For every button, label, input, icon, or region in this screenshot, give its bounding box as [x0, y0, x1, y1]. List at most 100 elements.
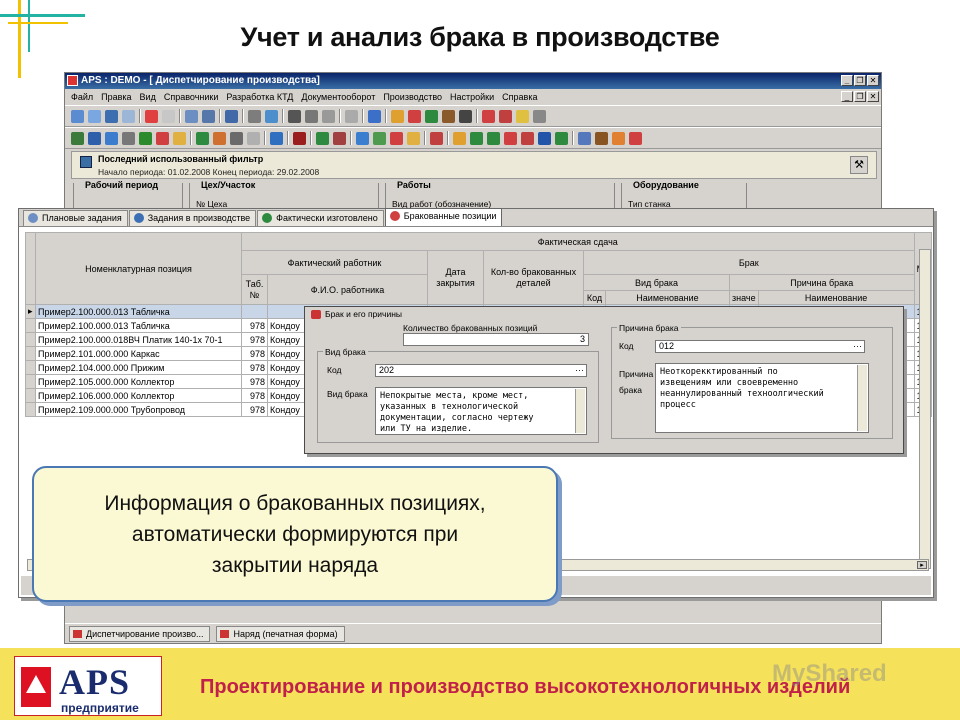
- undo-icon[interactable]: [345, 109, 358, 123]
- bolt-icon[interactable]: [173, 131, 186, 145]
- factory-icon[interactable]: [293, 131, 306, 145]
- doc-red-icon[interactable]: [482, 109, 495, 123]
- menu-item-docs[interactable]: Документооборот: [301, 89, 375, 105]
- filter-icon[interactable]: [185, 109, 198, 123]
- filter-clear-icon[interactable]: [202, 109, 215, 123]
- header-defect[interactable]: Брак: [583, 250, 915, 275]
- new-icon[interactable]: [71, 109, 84, 123]
- menu-item-production[interactable]: Производство: [383, 89, 442, 105]
- report-icon[interactable]: [225, 109, 238, 123]
- menu-item-file[interactable]: Файл: [71, 89, 93, 105]
- edit-icon[interactable]: [533, 109, 546, 123]
- sheet-icon[interactable]: [247, 131, 260, 145]
- db-icon[interactable]: [88, 131, 101, 145]
- menu-item-references[interactable]: Справочники: [164, 89, 219, 105]
- order-icon[interactable]: [408, 109, 421, 123]
- header-value[interactable]: значе: [729, 290, 759, 305]
- defect-qty-field[interactable]: 3: [403, 333, 589, 346]
- header-code[interactable]: Код: [583, 290, 606, 305]
- header-defect-reason[interactable]: Причина брака: [729, 274, 915, 291]
- route-icon[interactable]: [316, 131, 329, 145]
- header-defect-type[interactable]: Вид брака: [583, 274, 730, 291]
- window-icon[interactable]: [105, 109, 118, 123]
- layers-icon[interactable]: [538, 131, 551, 145]
- defect-type-memo[interactable]: Непокрытые места, кроме мест, указанных …: [375, 387, 587, 435]
- defect-reason-code-field[interactable]: 012 ···: [655, 340, 865, 353]
- worker-icon[interactable]: [442, 109, 455, 123]
- machine-icon[interactable]: [333, 131, 346, 145]
- menu-item-edit[interactable]: Правка: [101, 89, 131, 105]
- doc-restore-button[interactable]: ❐: [854, 91, 866, 102]
- light-icon[interactable]: [612, 131, 625, 145]
- date-icon[interactable]: [390, 131, 403, 145]
- menu-item-ktd[interactable]: Разработка КТД: [226, 89, 293, 105]
- header-fio[interactable]: Ф.И.О. работника: [267, 274, 428, 305]
- tool-icon[interactable]: [213, 131, 226, 145]
- scroll-right-icon[interactable]: ▸: [917, 561, 927, 569]
- ellipsis-icon[interactable]: ···: [575, 365, 584, 376]
- crate-icon[interactable]: [595, 131, 608, 145]
- copy-icon[interactable]: [248, 109, 261, 123]
- close-button[interactable]: ✕: [867, 75, 879, 86]
- help-icon[interactable]: [368, 109, 381, 123]
- marker-icon[interactable]: [629, 131, 642, 145]
- folder-icon[interactable]: [453, 131, 466, 145]
- delete-icon[interactable]: [322, 109, 335, 123]
- open-icon[interactable]: [88, 109, 101, 123]
- task-icon[interactable]: [391, 109, 404, 123]
- flag-icon[interactable]: [504, 131, 517, 145]
- list-icon[interactable]: [122, 109, 135, 123]
- star-icon[interactable]: [407, 131, 420, 145]
- tab-produced[interactable]: Фактически изготовлено: [257, 210, 384, 226]
- menu-item-help[interactable]: Справка: [502, 89, 537, 105]
- table-icon[interactable]: [162, 109, 175, 123]
- header-name-2[interactable]: Наименование: [757, 290, 915, 305]
- doc-minimize-button[interactable]: _: [841, 91, 853, 102]
- doc-close-button[interactable]: ✕: [867, 91, 879, 102]
- settings-icon[interactable]: [459, 109, 472, 123]
- chart-icon[interactable]: [270, 131, 283, 145]
- header-nomenclature[interactable]: Номенклатурная позиция: [35, 232, 242, 305]
- task-order-print[interactable]: Наряд (печатная форма): [216, 626, 345, 642]
- play-icon[interactable]: [425, 109, 438, 123]
- calendar-icon[interactable]: [373, 131, 386, 145]
- tab-defective-items[interactable]: Бракованные позиции: [384, 208, 503, 226]
- header-defect-qty[interactable]: Кол-во бракованных деталей: [483, 250, 584, 305]
- restore-button[interactable]: ❐: [854, 75, 866, 86]
- memo-scrollbar[interactable]: [857, 365, 867, 431]
- disk-icon[interactable]: [578, 131, 591, 145]
- doc-red2-icon[interactable]: [499, 109, 512, 123]
- menu-item-view[interactable]: Вид: [140, 89, 156, 105]
- header-actual-delivery[interactable]: Фактическая сдача: [241, 232, 915, 251]
- note-icon[interactable]: [516, 109, 529, 123]
- cube-icon[interactable]: [105, 131, 118, 145]
- cut-icon[interactable]: [288, 109, 301, 123]
- defect-type-code-field[interactable]: 202 ···: [375, 364, 587, 377]
- gear-green-icon[interactable]: [196, 131, 209, 145]
- header-actual-worker[interactable]: Фактический работник: [241, 250, 428, 275]
- header-tab-no[interactable]: Таб. №: [241, 274, 268, 305]
- search-icon[interactable]: [265, 109, 278, 123]
- minimize-button[interactable]: _: [841, 75, 853, 86]
- refresh-icon[interactable]: [487, 131, 500, 145]
- warning-icon[interactable]: [156, 131, 169, 145]
- header-name[interactable]: Наименование: [605, 290, 730, 305]
- box-icon[interactable]: [521, 131, 534, 145]
- vertical-scrollbar[interactable]: [919, 249, 931, 569]
- triangle-icon[interactable]: [139, 131, 152, 145]
- tree-icon[interactable]: [71, 131, 84, 145]
- ellipsis-icon[interactable]: ···: [853, 341, 862, 352]
- defect-reason-memo[interactable]: Неоткорекктированный по извещениям или с…: [655, 363, 869, 433]
- tab-planned-tasks[interactable]: Плановые задания: [23, 210, 128, 226]
- paste-icon[interactable]: [305, 109, 318, 123]
- memo-scrollbar[interactable]: [575, 389, 585, 433]
- check-icon[interactable]: [470, 131, 483, 145]
- task-dispatch[interactable]: Диспетчирование произво...: [69, 626, 211, 642]
- key-icon[interactable]: [122, 131, 135, 145]
- header-close-date[interactable]: Дата закрытия: [427, 250, 484, 305]
- tab-in-production[interactable]: Задания в производстве: [128, 210, 257, 226]
- menu-item-settings[interactable]: Настройки: [450, 89, 494, 105]
- wrench-icon[interactable]: [230, 131, 243, 145]
- user-icon[interactable]: [356, 131, 369, 145]
- filter-settings-button[interactable]: ⚒: [850, 156, 868, 174]
